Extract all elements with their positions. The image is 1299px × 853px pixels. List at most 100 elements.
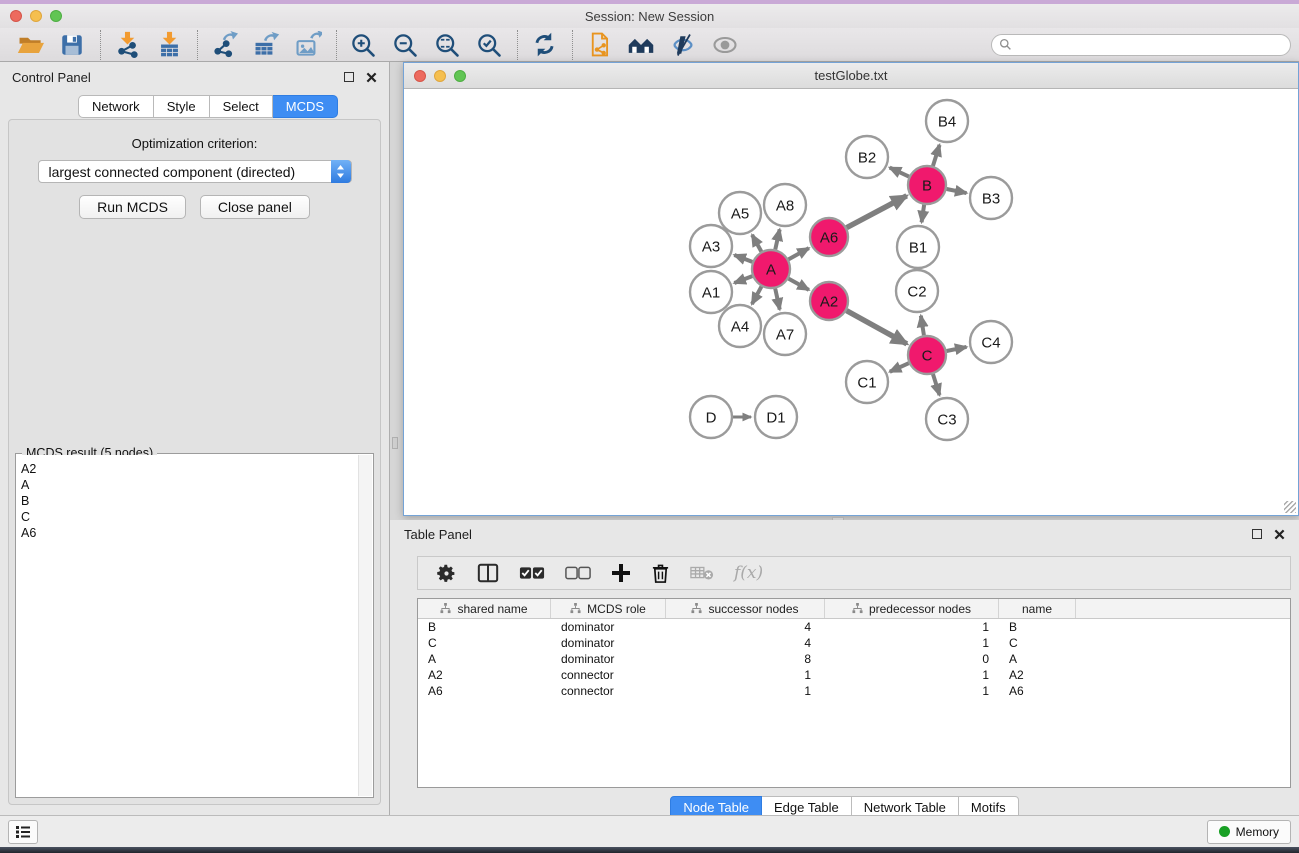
table-cell[interactable]: 1 <box>825 668 999 682</box>
table-cell[interactable]: 1 <box>825 620 999 634</box>
graph-edge-A-A6[interactable] <box>789 248 809 259</box>
close-table-panel-icon[interactable] <box>1274 529 1285 540</box>
table-cell[interactable]: A <box>999 652 1076 666</box>
mcds-result-item[interactable]: C <box>17 509 358 525</box>
table-cell[interactable]: A6 <box>999 684 1076 698</box>
graph-edge-A-A8[interactable] <box>775 229 779 249</box>
zoom-out-icon[interactable] <box>389 30 421 60</box>
network-window-titlebar[interactable]: testGlobe.txt <box>404 63 1298 89</box>
table-row[interactable]: A2connector11A2 <box>418 667 1290 683</box>
search-field[interactable] <box>991 34 1291 56</box>
add-column-icon[interactable] <box>611 561 631 585</box>
graph-node-D[interactable]: D <box>690 396 732 438</box>
column-header-mcds-role[interactable]: MCDS role <box>551 599 666 618</box>
graph-node-C1[interactable]: C1 <box>846 361 888 403</box>
graph-node-A5[interactable]: A5 <box>719 192 761 234</box>
tab-mcds[interactable]: MCDS <box>273 95 338 118</box>
table-cell[interactable]: A6 <box>418 684 551 698</box>
graph-edge-B-B4[interactable] <box>933 145 940 166</box>
graph-edge-A-A7[interactable] <box>775 289 780 310</box>
zoom-fit-icon[interactable] <box>431 30 463 60</box>
float-table-panel-icon[interactable] <box>1252 529 1262 539</box>
toggle-panes-icon[interactable] <box>477 561 499 585</box>
table-cell[interactable]: dominator <box>551 652 666 666</box>
function-builder-icon[interactable]: f(x) <box>734 561 763 585</box>
graph-node-C3[interactable]: C3 <box>926 398 968 440</box>
graph-edge-C-C3[interactable] <box>933 374 940 395</box>
tab-style[interactable]: Style <box>154 95 210 118</box>
mcds-result-item[interactable]: A <box>17 477 358 493</box>
table-cell[interactable]: A <box>418 652 551 666</box>
graph-node-A2[interactable]: A2 <box>810 282 848 320</box>
export-image-icon[interactable] <box>292 30 324 60</box>
select-all-icon[interactable] <box>519 561 545 585</box>
deselect-all-icon[interactable] <box>565 561 591 585</box>
table-row[interactable]: Bdominator41B <box>418 619 1290 635</box>
graph-edge-A-A4[interactable] <box>752 287 762 304</box>
graph-edge-B-B3[interactable] <box>947 189 967 193</box>
save-session-icon[interactable] <box>56 30 88 60</box>
graph-node-A[interactable]: A <box>752 250 790 288</box>
delete-column-icon[interactable] <box>651 561 670 585</box>
graph-edge-A6-B[interactable] <box>847 196 907 228</box>
float-panel-icon[interactable] <box>344 72 354 82</box>
table-cell[interactable]: 1 <box>666 684 825 698</box>
table-cell[interactable]: 1 <box>825 684 999 698</box>
mcds-result-item[interactable]: A6 <box>17 525 358 541</box>
import-table-icon[interactable] <box>153 30 185 60</box>
criterion-select[interactable]: largest connected component (directed) <box>38 160 352 183</box>
graph-edge-B-B2[interactable] <box>890 168 909 177</box>
table-cell[interactable]: 8 <box>666 652 825 666</box>
graph-node-C[interactable]: C <box>908 336 946 374</box>
resize-grip-icon[interactable] <box>1284 501 1296 513</box>
graph-node-B[interactable]: B <box>908 166 946 204</box>
table-row[interactable]: Cdominator41C <box>418 635 1290 651</box>
graph-edge-A-A1[interactable] <box>734 276 752 283</box>
table-cell[interactable]: 1 <box>825 636 999 650</box>
table-cell[interactable]: 4 <box>666 636 825 650</box>
graph-node-A4[interactable]: A4 <box>719 305 761 347</box>
table-settings-icon[interactable] <box>436 561 457 585</box>
column-header-shared-name[interactable]: shared name <box>418 599 551 618</box>
graph-node-B4[interactable]: B4 <box>926 100 968 142</box>
graph-node-A8[interactable]: A8 <box>764 184 806 226</box>
table-cell[interactable]: C <box>418 636 551 650</box>
home-network-icon[interactable] <box>625 30 657 60</box>
mcds-list-scrollbar[interactable] <box>358 455 372 796</box>
task-history-button[interactable] <box>8 820 38 844</box>
table-row[interactable]: A6connector11A6 <box>418 683 1290 699</box>
table-cell[interactable]: connector <box>551 668 666 682</box>
column-header-successor-nodes[interactable]: successor nodes <box>666 599 825 618</box>
export-network-icon[interactable] <box>208 30 240 60</box>
graph-edge-A-A3[interactable] <box>734 255 752 262</box>
hide-graphics-details-icon[interactable] <box>667 30 699 60</box>
tab-select[interactable]: Select <box>210 95 273 118</box>
zoom-in-icon[interactable] <box>347 30 379 60</box>
graph-node-A3[interactable]: A3 <box>690 225 732 267</box>
graph-edge-C-C2[interactable] <box>921 316 924 336</box>
column-header-predecessor-nodes[interactable]: predecessor nodes <box>825 599 999 618</box>
graph-node-D1[interactable]: D1 <box>755 396 797 438</box>
table-cell[interactable]: A2 <box>999 668 1076 682</box>
graph-node-B3[interactable]: B3 <box>970 177 1012 219</box>
memory-button[interactable]: Memory <box>1207 820 1291 844</box>
graph-node-B2[interactable]: B2 <box>846 136 888 178</box>
graph-node-C4[interactable]: C4 <box>970 321 1012 363</box>
table-cell[interactable]: C <box>999 636 1076 650</box>
close-panel-button[interactable]: Close panel <box>200 195 310 219</box>
mcds-result-item[interactable]: A2 <box>17 461 358 477</box>
network-canvas[interactable]: AA1A2A3A4A5A6A7A8BB1B2B3B4CC1C2C3C4DD1 <box>404 89 1298 515</box>
table-cell[interactable]: dominator <box>551 620 666 634</box>
graph-edge-B-B1[interactable] <box>922 205 925 222</box>
graph-edge-A-A2[interactable] <box>789 279 809 290</box>
vertical-splitter-handle[interactable] <box>392 437 398 449</box>
table-cell[interactable]: connector <box>551 684 666 698</box>
zoom-selected-icon[interactable] <box>473 30 505 60</box>
table-cell[interactable]: B <box>418 620 551 634</box>
graph-edge-C-C4[interactable] <box>947 347 967 351</box>
delete-table-icon[interactable] <box>690 561 714 585</box>
table-cell[interactable]: 4 <box>666 620 825 634</box>
import-network-icon[interactable] <box>111 30 143 60</box>
graph-node-A7[interactable]: A7 <box>764 313 806 355</box>
refresh-icon[interactable] <box>528 30 560 60</box>
